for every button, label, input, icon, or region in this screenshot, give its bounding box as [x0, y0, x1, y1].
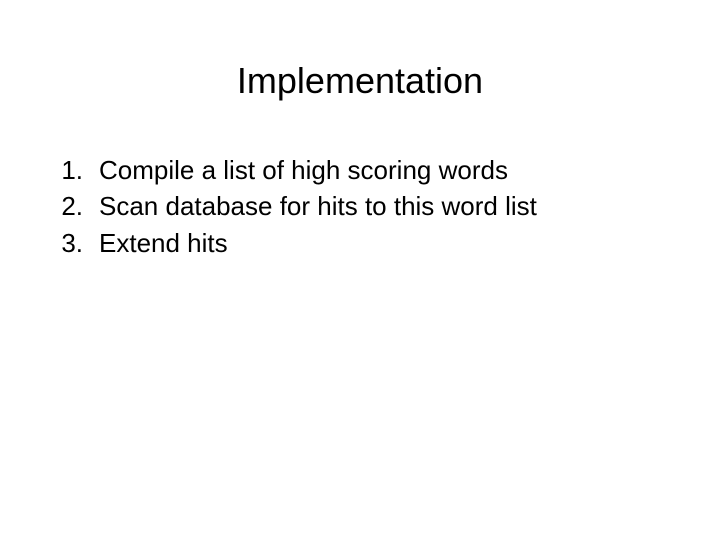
list-item: 3. Extend hits	[53, 225, 675, 261]
list-item-text: Compile a list of high scoring words	[91, 152, 675, 188]
slide-title: Implementation	[45, 60, 675, 102]
list-item-number: 2.	[53, 188, 91, 224]
list-item-text: Scan database for hits to this word list	[91, 188, 675, 224]
list-item: 1. Compile a list of high scoring words	[53, 152, 675, 188]
numbered-list: 1. Compile a list of high scoring words …	[45, 152, 675, 261]
list-item-number: 3.	[53, 225, 91, 261]
list-item: 2. Scan database for hits to this word l…	[53, 188, 675, 224]
list-item-number: 1.	[53, 152, 91, 188]
slide-container: Implementation 1. Compile a list of high…	[0, 0, 720, 540]
list-item-text: Extend hits	[91, 225, 675, 261]
